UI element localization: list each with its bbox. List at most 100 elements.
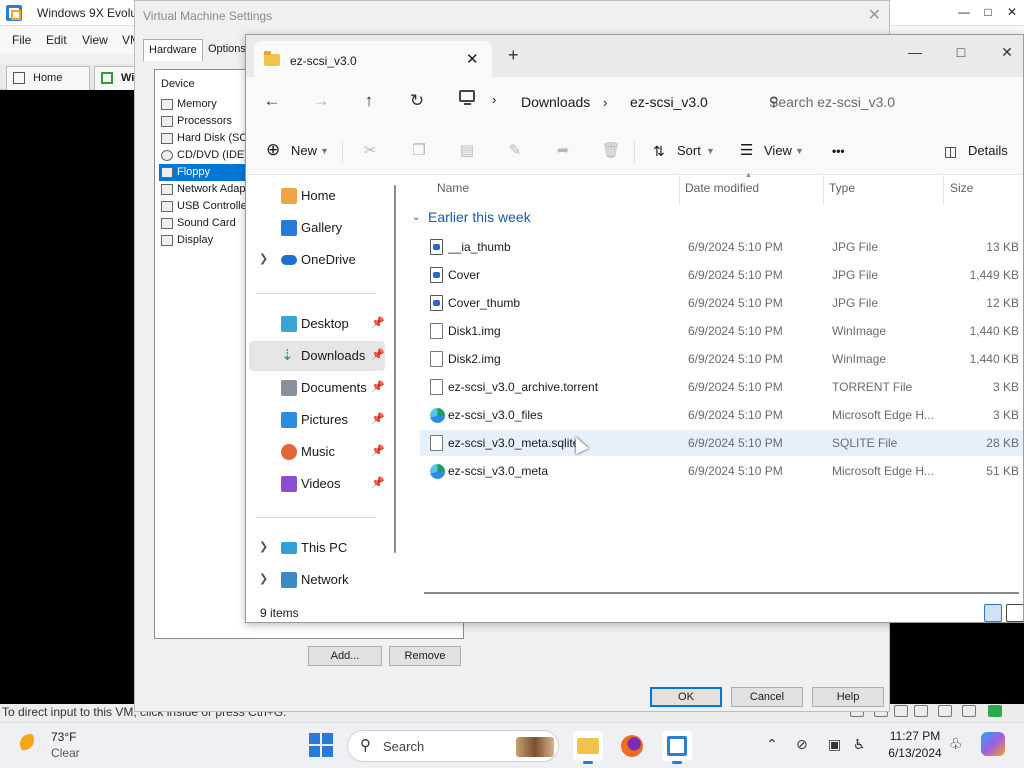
nav-home[interactable]: Home xyxy=(249,181,385,211)
nav-pictures[interactable]: Pictures 📌 xyxy=(249,405,385,435)
share-icon[interactable]: ➦ xyxy=(552,139,574,163)
accessibility-icon[interactable]: ♿ xyxy=(853,736,866,753)
maximize-icon[interactable]: □ xyxy=(976,2,1000,22)
message-icon[interactable] xyxy=(988,705,1002,717)
file-row[interactable]: ez-scsi_v3.0_meta.sqlite 6/9/2024 5:10 PM… xyxy=(420,430,1023,456)
nav-this-pc[interactable]: ❯ This PC xyxy=(249,533,385,563)
notification-bell-icon[interactable]: ♧ xyxy=(949,735,962,753)
sort-button[interactable]: Sort xyxy=(677,139,701,163)
tab-hardware[interactable]: Hardware xyxy=(143,39,203,61)
group-collapse-icon[interactable]: ⌄ xyxy=(412,212,420,223)
horizontal-scrollbar[interactable] xyxy=(424,592,1019,594)
more-options-icon[interactable]: ••• xyxy=(832,139,845,163)
start-button[interactable] xyxy=(309,733,333,757)
device-floppy[interactable]: Floppy xyxy=(159,164,249,181)
device-hard-disk[interactable]: Hard Disk (SCSI) xyxy=(159,130,249,147)
copy-icon[interactable]: ❐ xyxy=(408,139,430,163)
delete-icon[interactable]: 🗑 xyxy=(600,139,622,163)
help-button[interactable]: Help xyxy=(812,687,884,707)
menu-edit[interactable]: Edit xyxy=(46,33,67,47)
nav-network[interactable]: ❯ Network xyxy=(249,565,385,595)
pin-icon[interactable]: 📌 xyxy=(371,380,385,393)
menu-file[interactable]: File xyxy=(12,33,31,47)
taskbar-file-explorer[interactable] xyxy=(573,731,603,764)
tiles-view-icon[interactable] xyxy=(1006,604,1023,622)
display-icon[interactable]: ▣ xyxy=(828,736,841,753)
copilot-icon[interactable] xyxy=(981,732,1005,756)
details-view-icon[interactable] xyxy=(984,604,1002,622)
device-display[interactable]: Display xyxy=(159,232,249,249)
column-divider[interactable] xyxy=(943,175,944,205)
chevron-right-icon[interactable]: ❯ xyxy=(259,540,268,553)
new-tab-icon[interactable]: + xyxy=(508,45,519,66)
file-row[interactable]: Disk1.img 6/9/2024 5:10 PM WinImage 1,440 K… xyxy=(420,318,1023,344)
pin-icon[interactable]: 📌 xyxy=(371,348,385,361)
vm-display[interactable] xyxy=(0,90,134,704)
device-status-icon[interactable] xyxy=(894,705,908,717)
minimize-icon[interactable]: — xyxy=(952,2,976,22)
nav-scrollbar[interactable] xyxy=(394,185,396,553)
device-sound-card[interactable]: Sound Card xyxy=(159,215,249,232)
pin-icon[interactable]: 📌 xyxy=(371,444,385,457)
explorer-tab[interactable]: ez-scsi_v3.0 ✕ xyxy=(254,41,492,77)
search-input[interactable]: Search ez-scsi_v3.0 ⚲ xyxy=(753,84,1017,120)
device-processors[interactable]: Processors xyxy=(159,113,249,130)
tab-close-icon[interactable]: ✕ xyxy=(466,50,479,68)
up-icon[interactable]: ↑ xyxy=(353,87,385,115)
file-row[interactable]: Cover_thumb 6/9/2024 5:10 PM JPG File 12 KB xyxy=(420,290,1023,316)
nav-music[interactable]: Music 📌 xyxy=(249,437,385,467)
device-usb-controller[interactable]: USB Controller xyxy=(159,198,249,215)
column-type[interactable]: Type xyxy=(829,181,855,195)
remove-button[interactable]: Remove xyxy=(389,646,461,666)
menu-view[interactable]: View xyxy=(82,33,108,47)
taskbar-firefox[interactable] xyxy=(617,731,647,761)
file-row[interactable]: ez-scsi_v3.0_meta 6/9/2024 5:10 PM Microso… xyxy=(420,458,1023,484)
device-status-icon[interactable] xyxy=(938,705,952,717)
dialog-close-icon[interactable]: ✕ xyxy=(868,5,881,25)
breadcrumb-chevron-icon[interactable]: › xyxy=(603,95,607,110)
tab-options[interactable]: Options xyxy=(203,39,251,61)
nav-downloads[interactable]: ⇣ Downloads 📌 xyxy=(249,341,385,371)
close-icon[interactable]: ✕ xyxy=(984,39,1023,67)
device-network-adapter[interactable]: Network Adapter xyxy=(159,181,249,198)
chevron-up-icon[interactable]: ⌃ xyxy=(766,736,778,753)
column-size[interactable]: Size xyxy=(950,181,973,195)
column-name[interactable]: Name xyxy=(437,181,469,195)
ok-button[interactable]: OK xyxy=(650,687,722,707)
nav-documents[interactable]: Documents 📌 xyxy=(249,373,385,403)
minimize-icon[interactable]: — xyxy=(892,39,938,67)
new-button[interactable]: New xyxy=(291,139,317,163)
close-icon[interactable]: ✕ xyxy=(1000,2,1024,22)
add-button[interactable]: Add... xyxy=(308,646,382,666)
forward-icon[interactable]: → xyxy=(305,87,337,115)
back-icon[interactable]: ← xyxy=(256,87,288,115)
vm-display-visible[interactable] xyxy=(890,622,1024,704)
pin-icon[interactable]: 📌 xyxy=(371,412,385,425)
rename-icon[interactable]: ✎ xyxy=(504,139,526,163)
file-row[interactable]: ez-scsi_v3.0_archive.torrent 6/9/2024 5:1… xyxy=(420,374,1023,400)
nav-desktop[interactable]: Desktop 📌 xyxy=(249,309,385,339)
tab-vm[interactable]: Wi xyxy=(94,66,138,90)
breadcrumb-current[interactable]: ez-scsi_v3.0 xyxy=(630,94,708,110)
file-row[interactable]: __ia_thumb 6/9/2024 5:10 PM JPG File 13 KB xyxy=(420,234,1023,260)
pin-icon[interactable]: 📌 xyxy=(371,476,385,489)
pin-icon[interactable]: 📌 xyxy=(371,316,385,329)
chevron-right-icon[interactable]: ❯ xyxy=(259,252,268,265)
file-row[interactable]: ez-scsi_v3.0_files 6/9/2024 5:10 PM Micros… xyxy=(420,402,1023,428)
taskbar-search[interactable]: ⚲ Search xyxy=(347,730,559,762)
cut-icon[interactable]: ✂ xyxy=(359,139,381,163)
details-button[interactable]: Details xyxy=(968,139,1008,163)
nav-videos[interactable]: Videos 📌 xyxy=(249,469,385,499)
chevron-right-icon[interactable]: ❯ xyxy=(259,572,268,585)
device-memory[interactable]: Memory xyxy=(159,96,249,113)
group-header[interactable]: Earlier this week xyxy=(428,209,531,225)
network-disconnected-icon[interactable]: ⊘ xyxy=(796,736,808,753)
breadcrumb-downloads[interactable]: Downloads xyxy=(521,94,590,110)
device-status-icon[interactable] xyxy=(914,705,928,717)
column-divider[interactable] xyxy=(823,175,824,205)
cancel-button[interactable]: Cancel xyxy=(731,687,803,707)
nav-gallery[interactable]: Gallery xyxy=(249,213,385,243)
device-cd-dvd[interactable]: CD/DVD (IDE) xyxy=(159,147,249,164)
column-date-modified[interactable]: Date modified xyxy=(685,181,759,195)
tab-home[interactable]: Home xyxy=(6,66,90,90)
